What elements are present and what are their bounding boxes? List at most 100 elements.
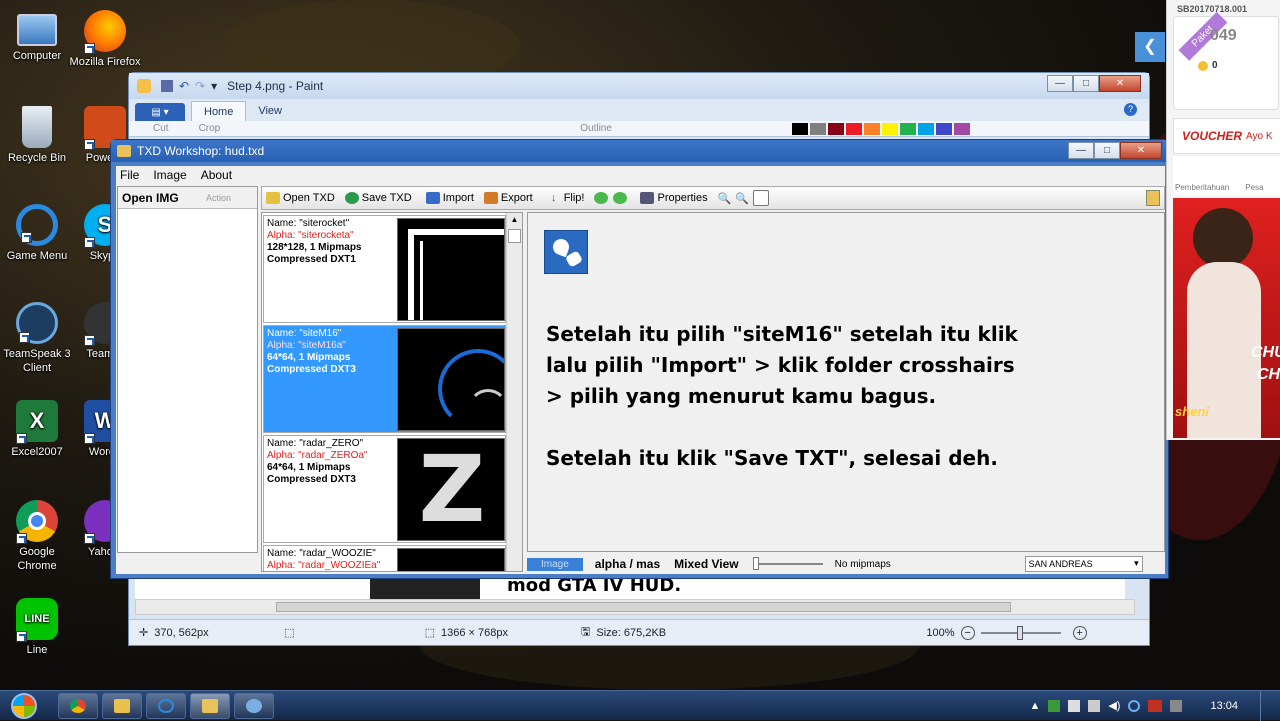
tab-view[interactable]: View (246, 101, 294, 121)
texture-alpha: Alpha: "siterocketa" (267, 230, 354, 241)
properties-button[interactable]: Properties (640, 192, 708, 204)
clock[interactable]: 13:04 (1210, 700, 1238, 712)
txd-titlebar[interactable]: TXD Workshop: hud.txd — □ ✕ (111, 140, 1168, 162)
paint-titlebar[interactable]: ↶ ↷ ▾ Step 4.png - Paint — □ ✕ (129, 73, 1149, 99)
desktop-icon-game-menu[interactable]: Game Menu (0, 204, 74, 263)
tray-app-icon[interactable] (1048, 699, 1061, 712)
paint-window-title: Step 4.png - Paint (227, 79, 324, 93)
open-img-button[interactable]: Open IMG (122, 191, 192, 205)
scroll-thumb[interactable] (508, 229, 521, 243)
taskbar-txd-workshop[interactable] (190, 692, 230, 719)
menu-file[interactable]: File (120, 168, 139, 182)
voucher-text: Ayo K (1246, 130, 1273, 142)
taskbar-chrome[interactable] (58, 692, 98, 719)
crop-button[interactable]: Crop (199, 123, 221, 134)
collapse-arrow-button[interactable]: ❮ (1135, 32, 1165, 62)
texture-list-scrollbar[interactable]: ▲ (506, 213, 522, 571)
texture-item[interactable]: Name: "siterocket" Alpha: "siterocketa" … (263, 215, 506, 323)
flip-label: Flip! (563, 192, 585, 204)
import-button[interactable]: Import (425, 192, 474, 204)
show-desktop-button[interactable] (1260, 690, 1270, 721)
open-txd-button[interactable]: Open TXD (266, 192, 335, 204)
save-icon[interactable] (161, 80, 173, 92)
move-down-button[interactable] (613, 192, 630, 204)
paint-hscrollbar[interactable] (135, 599, 1135, 615)
color-palette[interactable] (791, 122, 970, 135)
maximize-button[interactable]: □ (1073, 75, 1099, 92)
taskbar-explorer[interactable] (102, 692, 142, 719)
tab-image[interactable]: Image (527, 557, 583, 571)
notification-link[interactable]: Pemberitahuan (1175, 183, 1229, 192)
txd-close-button[interactable]: ✕ (1120, 142, 1162, 159)
texture-item[interactable]: Name: "radar_WOOZIE" Alpha: "radar_WOOZI… (263, 545, 506, 571)
txd-maximize-button[interactable]: □ (1094, 142, 1120, 159)
coin-count: 0 (1212, 60, 1218, 71)
desktop-icon-chrome[interactable]: Google Chrome (0, 500, 74, 573)
cut-button[interactable]: Cut (153, 123, 169, 134)
zoom-in-button[interactable]: + (1072, 625, 1087, 640)
txd-minimize-button[interactable]: — (1068, 142, 1094, 159)
fit-view-icon[interactable] (753, 190, 772, 206)
action-label[interactable]: Action (206, 193, 231, 203)
tray-expand-icon[interactable]: ▲ (1029, 700, 1040, 712)
taskbar-paint[interactable] (234, 692, 274, 719)
computer-icon (17, 14, 57, 46)
export-button[interactable]: Export (483, 192, 533, 204)
texture-thumbnail-radar-woozie (397, 548, 505, 571)
package-card[interactable]: Paket 049 0 (1173, 12, 1279, 110)
taskbar-game-menu[interactable] (146, 692, 186, 719)
paint-file-menu-button[interactable]: ▤ ▾ (135, 103, 185, 121)
quick-access-dropdown-icon[interactable]: ▾ (211, 79, 217, 93)
desktop-icon-teamspeak[interactable]: TeamSpeak 3 Client (0, 302, 74, 375)
start-button[interactable] (4, 691, 44, 721)
zoom-out-icon[interactable]: 🔍 (735, 192, 749, 205)
desktop-icon-firefox[interactable]: Mozilla Firefox (68, 10, 142, 69)
save-txd-button[interactable]: Save TXD (344, 192, 412, 204)
import-icon (425, 192, 440, 204)
tab-home[interactable]: Home (191, 101, 247, 121)
network-icon[interactable] (1088, 699, 1101, 712)
panel-toggle-icon[interactable] (1146, 190, 1160, 206)
texture-list[interactable]: Name: "siterocket" Alpha: "siterocketa" … (261, 212, 523, 572)
language-icon[interactable] (1148, 699, 1163, 712)
zoom-out-button[interactable]: − (960, 625, 975, 640)
game-version-select[interactable]: SAN ANDREAS ▾ (1024, 556, 1143, 572)
action-center-icon[interactable] (1068, 699, 1081, 712)
desktop-icon-label: Line (26, 644, 48, 656)
voucher-card[interactable]: VOUCHER Ayo K (1173, 118, 1280, 154)
texture-format: Compressed DXT3 (267, 474, 356, 485)
flip-button[interactable]: ↓ Flip! (547, 192, 585, 204)
tray-monitor-icon[interactable] (1170, 699, 1183, 712)
message-link[interactable]: Pesa (1245, 183, 1263, 192)
sync-icon[interactable] (1128, 699, 1141, 712)
minimize-button[interactable]: — (1047, 75, 1073, 92)
menu-image[interactable]: Image (153, 168, 186, 182)
hscroll-thumb[interactable] (276, 602, 1011, 612)
scroll-up-arrow[interactable]: ▲ (507, 213, 522, 227)
zoom-in-icon[interactable]: 🔍 (718, 192, 732, 205)
texture-info: Name: "radar_ZERO" Alpha: "radar_ZEROa" … (267, 438, 397, 486)
import-label: Import (442, 192, 474, 204)
menu-about[interactable]: About (201, 168, 232, 182)
volume-icon[interactable]: ◀) (1108, 699, 1120, 712)
txd-window-title: TXD Workshop: hud.txd (137, 144, 265, 158)
outline-button[interactable]: Outline (580, 123, 612, 134)
close-button[interactable]: ✕ (1099, 75, 1141, 92)
move-up-button[interactable] (594, 192, 611, 204)
coin-icon (1198, 61, 1208, 71)
desktop-icon-excel[interactable]: X Excel2007 (0, 400, 74, 459)
desktop-icon-line[interactable]: LINE Line (0, 598, 74, 657)
help-icon[interactable]: ? (1124, 103, 1137, 116)
promo-banner[interactable]: CHU CH sheni (1173, 198, 1280, 438)
undo-icon[interactable]: ↶ (179, 79, 189, 93)
tab-alpha-mask[interactable]: alpha / mas (595, 557, 660, 571)
desktop-icon-recycle-bin[interactable]: Recycle Bin (0, 106, 74, 165)
texture-item[interactable]: Name: "radar_ZERO" Alpha: "radar_ZEROa" … (263, 435, 506, 543)
mipmap-slider[interactable] (752, 557, 823, 570)
taskbar: ▲ ◀) 13:04 (0, 690, 1280, 721)
redo-icon[interactable]: ↷ (195, 79, 205, 93)
tab-mixed-view[interactable]: Mixed View (674, 557, 738, 571)
texture-item-selected[interactable]: Name: "siteM16" Alpha: "siteM16a" 64*64,… (263, 325, 506, 433)
zoom-slider[interactable] (980, 625, 1061, 640)
desktop-icon-computer[interactable]: Computer (0, 10, 74, 63)
